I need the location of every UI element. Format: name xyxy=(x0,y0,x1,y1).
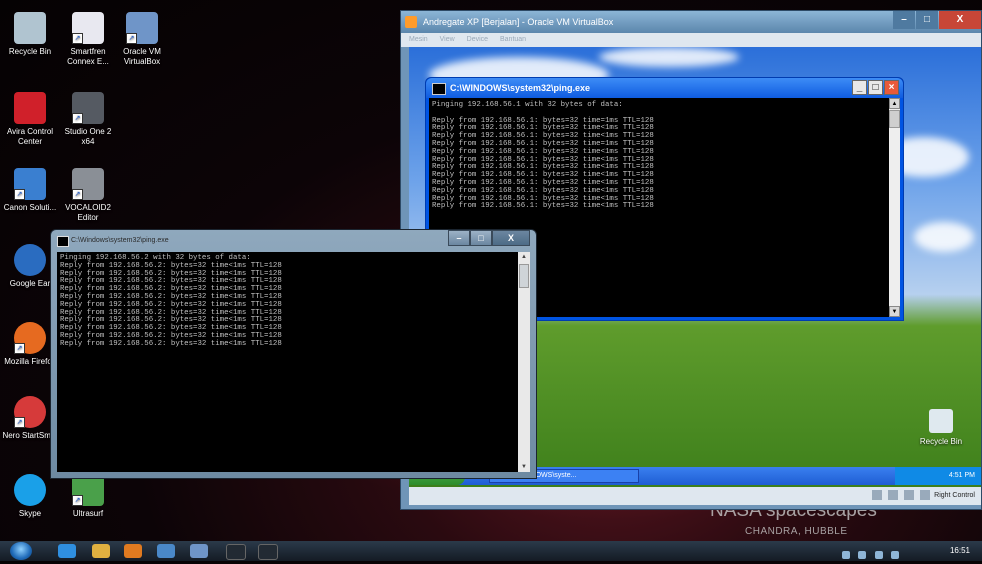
w7-ping-title: C:\Windows\system32\ping.exe xyxy=(71,237,169,244)
mouse-integration-icon[interactable] xyxy=(920,490,931,501)
smartfren-icon: ↗ xyxy=(72,12,104,44)
system-tray xyxy=(842,546,922,559)
tray-flag-icon[interactable] xyxy=(858,551,867,559)
scroll-down-icon[interactable]: ▼ xyxy=(519,462,529,472)
maximize-button[interactable]: □ xyxy=(868,80,883,95)
scroll-thumb[interactable] xyxy=(889,110,900,128)
virtualbox-icon: ↗ xyxy=(126,12,158,44)
guest-recycle-bin[interactable]: Recycle Bin xyxy=(909,409,973,446)
desktop-icon-label: Avira Control Center xyxy=(6,127,54,146)
desktop-icon-skype[interactable]: Skype xyxy=(2,474,58,519)
minimize-button[interactable]: _ xyxy=(852,80,867,95)
virtualbox-menubar: Mesin View Device Bantuan xyxy=(401,33,981,47)
vocaloid-icon: ↗ xyxy=(72,168,104,200)
tray-volume-icon[interactable] xyxy=(891,551,900,559)
host-key-indicator: Right Control xyxy=(870,490,975,502)
desktop-icon-label: Canon Soluti... xyxy=(3,203,57,212)
desktop-icon-smartfren[interactable]: ↗ Smartfren Connex E... xyxy=(60,12,116,67)
console-icon xyxy=(432,83,446,95)
xp-clock: 4:51 PM xyxy=(895,467,981,485)
desktop-icon-studio-one[interactable]: ↗ Studio One 2 x64 xyxy=(60,92,116,147)
minimize-button[interactable]: – xyxy=(448,230,470,246)
w7-ping-output: Pinging 192.168.56.2 with 32 bytes of da… xyxy=(57,252,518,472)
host-key-label: Right Control xyxy=(934,492,975,499)
scroll-down-icon[interactable]: ▼ xyxy=(889,306,900,317)
taskbar: 16:51 xyxy=(0,541,982,561)
close-button[interactable]: X xyxy=(939,11,981,29)
desktop-icon-label: Skype xyxy=(18,509,42,518)
app-icon[interactable] xyxy=(157,544,175,558)
scroll-thumb[interactable] xyxy=(519,264,529,288)
network-icon[interactable] xyxy=(888,490,899,501)
desktop-icon-ultrasurf[interactable]: ↗ Ultrasurf xyxy=(60,474,116,519)
close-button[interactable]: × xyxy=(884,80,899,95)
desktop-icon-label: Oracle VM VirtualBox xyxy=(123,47,161,66)
studio-one-icon: ↗ xyxy=(72,92,104,124)
skype-icon xyxy=(14,474,46,506)
recycle-bin-icon xyxy=(929,409,953,433)
virtualbox-titlebar[interactable]: Andregate XP [Berjalan] - Oracle VM Virt… xyxy=(401,11,981,33)
desktop-icon-label: Ultrasurf xyxy=(72,509,104,518)
xp-ping-titlebar[interactable]: C:\WINDOWS\system32\ping.exe _ □ × xyxy=(426,78,903,98)
virtualbox-title: Andregate XP [Berjalan] - Oracle VM Virt… xyxy=(423,17,614,27)
taskbar-clock[interactable]: 16:51 xyxy=(950,541,970,561)
w7-ping-titlebar[interactable]: C:\Windows\system32\ping.exe – □ X xyxy=(51,230,536,252)
media-player-icon[interactable] xyxy=(124,544,142,558)
xp-ping-title: C:\WINDOWS\system32\ping.exe xyxy=(450,83,591,93)
cloud xyxy=(599,47,739,67)
firefox-icon: ↗ xyxy=(14,322,46,354)
tray-arrow-icon[interactable] xyxy=(842,551,850,559)
desktop-icon-label: Studio One 2 x64 xyxy=(64,127,112,146)
start-orb-icon[interactable] xyxy=(10,542,32,560)
cmd-icon-2[interactable] xyxy=(258,544,278,560)
google-earth-icon xyxy=(14,244,46,276)
scroll-up-icon[interactable]: ▲ xyxy=(519,252,529,262)
menu-bantuan[interactable]: Bantuan xyxy=(500,36,526,43)
ie-icon[interactable] xyxy=(58,544,76,558)
usb-icon[interactable] xyxy=(872,490,883,501)
explorer-icon[interactable] xyxy=(92,544,110,558)
avira-icon xyxy=(14,92,46,124)
desktop-icon-label: Recycle Bin xyxy=(8,47,52,56)
desktop-icon-avira[interactable]: Avira Control Center xyxy=(2,92,58,147)
virtualbox-icon[interactable] xyxy=(190,544,208,558)
desktop-icon-label: Smartfren Connex E... xyxy=(67,47,109,66)
cmd-icon-1[interactable] xyxy=(226,544,246,560)
virtualbox-app-icon xyxy=(405,16,417,28)
scrollbar[interactable]: ▲ ▼ xyxy=(889,98,900,317)
recycle-bin-icon xyxy=(14,12,46,44)
wallpaper-credit: CHANDRA, HUBBLE xyxy=(745,526,848,537)
canon-icon: ↗ xyxy=(14,168,46,200)
virtualbox-statusbar: Right Control xyxy=(409,487,981,505)
desktop-icon-vocaloid[interactable]: ↗ VOCALOID2 Editor xyxy=(60,168,116,223)
minimize-button[interactable]: – xyxy=(893,11,915,29)
menu-mesin[interactable]: Mesin xyxy=(409,36,428,43)
tray-network-icon[interactable] xyxy=(874,551,883,559)
close-button[interactable]: X xyxy=(492,230,530,246)
scroll-up-icon[interactable]: ▲ xyxy=(889,98,900,109)
w7-ping-window[interactable]: C:\Windows\system32\ping.exe – □ X Pingi… xyxy=(50,229,537,479)
console-icon xyxy=(57,236,69,247)
cloud xyxy=(914,222,974,252)
desktop-icon-label: VOCALOID2 Editor xyxy=(65,203,111,222)
desktop-icon-recycle-bin[interactable]: Recycle Bin xyxy=(2,12,58,57)
guest-recycle-bin-label: Recycle Bin xyxy=(919,437,963,446)
menu-view[interactable]: View xyxy=(440,36,455,43)
scrollbar[interactable]: ▲ ▼ xyxy=(518,252,530,472)
shared-folder-icon[interactable] xyxy=(904,490,915,501)
desktop-icon-virtualbox[interactable]: ↗ Oracle VM VirtualBox xyxy=(114,12,170,67)
maximize-button[interactable]: □ xyxy=(470,230,492,246)
maximize-button[interactable]: □ xyxy=(916,11,938,29)
desktop-icon-canon[interactable]: ↗ Canon Soluti... xyxy=(2,168,58,213)
menu-device[interactable]: Device xyxy=(467,36,488,43)
nero-icon: ↗ xyxy=(14,396,46,428)
